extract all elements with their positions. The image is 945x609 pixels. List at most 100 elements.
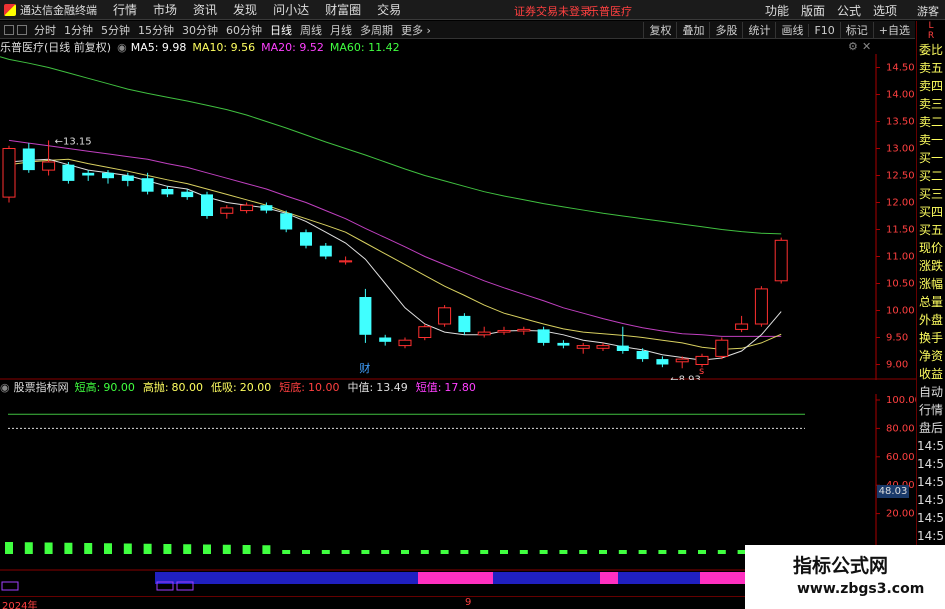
period-15min[interactable]: 15分钟	[134, 22, 178, 38]
indicator-header: ◉ 股票指标网 短高: 90.00 高抛: 80.00 低吸: 20.00 短底: 10.00…	[0, 380, 870, 395]
indicator-item-label: 短值:	[415, 381, 442, 394]
signal-bar-green	[559, 550, 568, 554]
period-more[interactable]: 更多 ›	[397, 22, 435, 38]
quote-label-2: 卖四	[918, 79, 943, 93]
signal-bar-green	[84, 543, 93, 554]
menu-function[interactable]: 功能	[765, 2, 789, 19]
ma20-label: MA20: 9.52	[261, 40, 324, 54]
multi-stock-button[interactable]: 多股	[709, 22, 742, 38]
period-multi[interactable]: 多周期	[356, 22, 397, 38]
overlay-button[interactable]: 叠加	[676, 22, 709, 38]
stock-name-link[interactable]: 乐普医疗	[588, 3, 632, 19]
indicator-item-value: 80.00	[171, 380, 204, 394]
signal-bar-green	[24, 542, 33, 554]
menu-formula[interactable]: 公式	[837, 2, 861, 19]
indicator-dot-icon[interactable]: ◉	[0, 381, 10, 394]
settings-dot-icon[interactable]: ◉	[117, 41, 127, 54]
quote-label-19: 自动	[918, 385, 943, 399]
menu-market[interactable]: 市场	[153, 1, 177, 18]
candle-body	[735, 323, 749, 330]
candle-body	[458, 315, 471, 333]
candle-body	[477, 331, 491, 336]
indicator-tick-label: 60.00	[886, 452, 915, 463]
signal-bar-green	[361, 550, 370, 554]
indicator-item-label: 短高:	[74, 381, 101, 394]
ma60-line	[0, 56, 782, 235]
watermark: 指标公式网 www.zbgs3.com	[745, 545, 945, 609]
period-1min[interactable]: 1分钟	[60, 22, 97, 38]
quote-label-21: 盘后	[918, 421, 943, 435]
candle-body	[517, 328, 531, 332]
period-5min[interactable]: 5分钟	[97, 22, 134, 38]
candle-body	[636, 351, 649, 360]
signal-bar-green	[480, 550, 489, 554]
menu-trade[interactable]: 交易	[377, 1, 401, 18]
quote-label-12: 涨跌	[918, 259, 943, 273]
draw-line-button[interactable]: 画线	[775, 22, 808, 38]
quote-label-10: 买五	[918, 223, 943, 237]
signal-bar-green	[183, 544, 192, 554]
period-daily[interactable]: 日线	[266, 22, 296, 38]
signal-bar-green	[420, 550, 429, 554]
signal-bar-green	[302, 550, 310, 554]
add-watchlist-button[interactable]: +自选	[872, 22, 915, 38]
menu-news[interactable]: 资讯	[193, 1, 217, 18]
quote-label-18: 收益	[918, 367, 943, 381]
signal-bar-green	[64, 542, 73, 554]
fin-marker: 财	[359, 361, 370, 375]
signal-box	[1, 581, 19, 591]
quote-label-4: 卖二	[918, 115, 943, 129]
signal-bar-green	[717, 550, 726, 554]
period-60min[interactable]: 60分钟	[222, 22, 266, 38]
mark-button[interactable]: 标记	[839, 22, 873, 38]
candle-body	[280, 213, 293, 230]
period-monthly[interactable]: 月线	[326, 22, 356, 38]
candle-body	[675, 358, 689, 363]
menu-wealth[interactable]: 财富圈	[325, 1, 361, 18]
signal-bar-green	[519, 550, 528, 554]
rl-indicator[interactable]: L R	[917, 21, 945, 41]
quote-label-6: 买一	[918, 151, 943, 165]
indicator-tick-label: 80.00	[886, 423, 915, 434]
menu-options[interactable]: 选项	[873, 2, 897, 19]
signal-bar-green	[123, 543, 132, 554]
period-30min[interactable]: 30分钟	[178, 22, 222, 38]
period-intraday[interactable]: 分时	[30, 22, 60, 38]
menu-quotes[interactable]: 行情	[113, 1, 137, 18]
price-tick-label: 11.00	[886, 252, 915, 263]
quote-label-20: 行情	[918, 403, 943, 417]
candle-body	[220, 207, 234, 214]
signal-bar-green	[381, 550, 390, 554]
signal-band-magenta	[700, 572, 745, 584]
stats-button[interactable]: 统计	[742, 22, 775, 38]
signal-bar-green	[282, 550, 291, 554]
candle-body	[438, 307, 452, 325]
chart-close-icon[interactable]: ✕	[862, 40, 871, 53]
login-warning[interactable]: 证券交易未登录	[514, 3, 591, 19]
chart-config-icon[interactable]: ⚙	[848, 40, 858, 53]
adjust-button[interactable]: 复权	[643, 22, 676, 38]
menu-layout[interactable]: 版面	[801, 2, 825, 19]
signal-bar-green	[5, 542, 13, 554]
signal-bar-green	[321, 550, 330, 554]
quote-label-9: 买四	[918, 205, 943, 219]
signal-bar-green	[460, 550, 469, 554]
stock-title: 乐普医疗(日线 前复权)	[0, 41, 112, 54]
period-weekly[interactable]: 周线	[296, 22, 326, 38]
layout-square-icon[interactable]	[4, 24, 14, 35]
signal-bar-green	[638, 550, 647, 554]
price-tick-label: 10.00	[886, 306, 915, 317]
candle-body	[22, 148, 35, 171]
price-chart[interactable]: 14.50 14.00 13.50 13.00 12.50 12.00 11.50 11.00…	[0, 54, 916, 380]
menu-discover[interactable]: 发现	[233, 1, 257, 18]
candle-body	[141, 178, 154, 192]
indicator-item-value: 13.49	[376, 380, 408, 394]
layout-square-icon-2[interactable]	[17, 24, 27, 35]
date-label-month: 9	[465, 597, 472, 608]
quote-label-14: 总量	[918, 295, 943, 309]
f10-button[interactable]: F10	[808, 23, 839, 37]
menu-ask[interactable]: 问小达	[273, 1, 309, 18]
guest-label[interactable]: 游客	[917, 3, 939, 19]
signal-bar-green	[203, 544, 211, 554]
quote-label-1: 卖五	[918, 61, 943, 75]
